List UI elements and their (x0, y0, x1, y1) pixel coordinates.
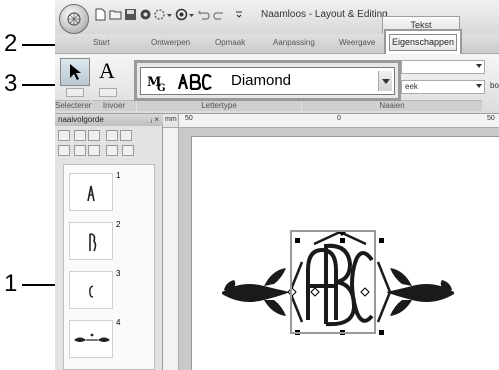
undo-icon[interactable] (197, 8, 210, 21)
chevron-down-icon-2[interactable] (188, 8, 195, 21)
font-selector[interactable]: M G Diamond (140, 67, 395, 95)
ungroup-icon[interactable] (88, 130, 100, 141)
move-down-icon[interactable] (88, 145, 100, 156)
tab-start[interactable]: Start (93, 38, 110, 47)
thumbnail-letter-a-icon (87, 185, 95, 202)
thumbnail-ornament-icon (74, 333, 110, 342)
list-item-number: 1 (116, 171, 121, 180)
callout-3: 3 (4, 70, 18, 97)
sewing-order-list: 1 2 3 4 (63, 164, 155, 370)
tab-weergave[interactable]: Weergave (339, 38, 375, 47)
property-field-1[interactable] (401, 60, 485, 74)
chevron-down-icon[interactable] (166, 8, 173, 21)
tab-aanpassing[interactable]: Aanpassing (273, 38, 315, 47)
move-up-icon[interactable] (74, 145, 86, 156)
list-item[interactable] (69, 173, 113, 211)
callout-1: 1 (4, 270, 18, 297)
redo-icon[interactable] (213, 8, 226, 21)
save-icon[interactable] (124, 8, 137, 21)
ruler-unit: mm (163, 114, 179, 128)
callout-2: 2 (4, 30, 18, 57)
property-field-2[interactable]: eek (401, 80, 485, 94)
thumbnail-letter-c-icon (89, 285, 94, 298)
customize-toolbar-icon[interactable] (235, 8, 243, 21)
ruler-label: 50 (487, 115, 495, 122)
property-field-3[interactable]: bo (487, 80, 499, 94)
embroider-icon[interactable] (139, 8, 152, 21)
panel-header: naaivolgorde ⱼ × (55, 114, 163, 126)
ruler-label: 0 (337, 115, 341, 122)
ruler-label: 50 (185, 115, 193, 122)
tab-opmaak[interactable]: Opmaak (215, 38, 245, 47)
font-dropdown-button[interactable] (378, 71, 392, 91)
selection-highlight-frame (290, 230, 376, 334)
thumbnail-letter-b-icon (89, 233, 97, 252)
list-item-number: 2 (116, 220, 121, 229)
chevron-down-icon-3 (476, 64, 482, 68)
list-item-number: 3 (116, 269, 121, 278)
svg-text:G: G (157, 83, 166, 92)
chevron-down-icon-5 (382, 79, 390, 84)
monogram-font-icon: M G (147, 75, 166, 92)
window-title: Naamloos - Layout & Editing (261, 9, 388, 20)
eigenschappen-tab-highlight: Eigenschappen (384, 29, 462, 56)
list-item[interactable] (69, 271, 113, 309)
open-folder-icon[interactable] (109, 8, 122, 21)
ruler-unit-label: mm (165, 116, 177, 123)
chevron-down-icon-4 (476, 84, 482, 88)
tab-ontwerpen[interactable]: Ontwerpen (151, 38, 190, 47)
tab-eigenschappen[interactable]: Eigenschappen (389, 34, 457, 51)
group-label-lettertype: Lettertype (137, 100, 301, 111)
panel-controls[interactable]: ⱼ × (151, 114, 159, 126)
group-icon[interactable] (74, 130, 86, 141)
font-preview-abc-icon (178, 74, 212, 90)
group-label-invoer: Invoer (92, 100, 136, 111)
app-logo-icon (67, 12, 81, 26)
select-options-dropdown[interactable] (66, 88, 84, 97)
select-arrow-icon[interactable] (122, 145, 134, 156)
horizontal-ruler: 50 0 50 (179, 114, 499, 128)
property-field-2-value: eek (405, 82, 418, 91)
settings-icon[interactable] (153, 8, 166, 21)
new-file-icon[interactable] (94, 8, 107, 21)
sewing-order-panel: naaivolgorde ⱼ × 1 2 3 4 (55, 114, 163, 370)
group-label-naaien: Naaien (302, 100, 482, 111)
sort-icon[interactable] (58, 145, 70, 156)
fit-view-icon[interactable] (58, 130, 70, 141)
font-name: Diamond (231, 72, 292, 89)
property-field-3-value: bo (490, 81, 499, 90)
panel-title: naaivolgorde (58, 115, 104, 124)
text-input-button[interactable]: A (93, 56, 121, 86)
select-tool-button[interactable] (60, 58, 90, 86)
list-item[interactable] (69, 222, 113, 260)
group-label-selecteren: Selecteren (55, 100, 94, 111)
lock-icon[interactable] (106, 130, 118, 141)
input-options-dropdown[interactable] (99, 88, 117, 97)
preview-icon[interactable] (175, 8, 188, 21)
unlock-icon[interactable] (120, 130, 132, 141)
list-item-number: 4 (116, 318, 121, 327)
delete-icon[interactable] (106, 145, 118, 156)
application-menu-button[interactable] (59, 4, 89, 34)
arrow-cursor-icon (70, 64, 81, 80)
list-item[interactable] (69, 320, 113, 358)
font-selector-highlight: M G Diamond (134, 60, 401, 101)
